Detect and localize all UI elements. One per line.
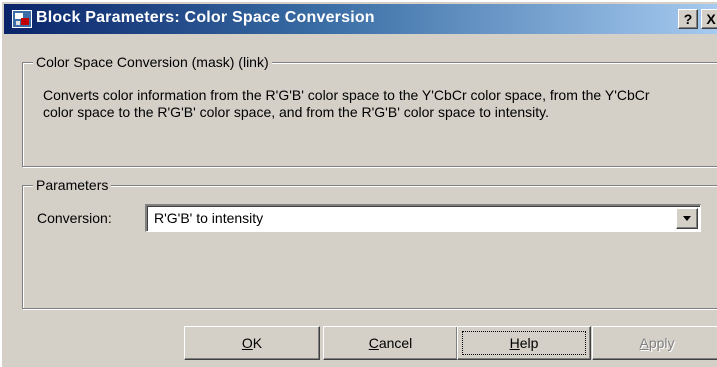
close-button[interactable]: X (701, 9, 717, 29)
window-title: Block Parameters: Color Space Conversion (36, 9, 375, 26)
apply-mnemonic: A (639, 335, 649, 351)
title-bar[interactable]: Block Parameters: Color Space Conversion… (4, 4, 717, 34)
chevron-down-icon[interactable] (676, 208, 698, 229)
ok-label-rest: K (252, 335, 263, 351)
cancel-mnemonic: C (368, 335, 379, 351)
help-button[interactable]: Help (457, 326, 591, 360)
description-text: Converts color information from the R'G'… (43, 87, 650, 120)
focus-rectangle (462, 331, 586, 355)
parameters-legend: Parameters (33, 177, 112, 193)
simulink-block-icon (12, 10, 32, 28)
conversion-label: Conversion: (37, 210, 112, 226)
dialog-window: Block Parameters: Color Space Conversion… (0, 0, 717, 367)
ok-button[interactable]: OK (184, 326, 320, 360)
cancel-label-rest: ancel (378, 335, 413, 351)
conversion-dropdown[interactable]: R'G'B' to intensity (145, 204, 701, 232)
apply-label-rest: pply (648, 335, 675, 351)
parameters-group: Parameters Conversion: R'G'B' to intensi… (22, 177, 717, 309)
ok-mnemonic: O (241, 335, 253, 351)
conversion-selected-value: R'G'B' to intensity (154, 210, 264, 226)
cancel-button[interactable]: Cancel (323, 326, 458, 360)
description-group: Color Space Conversion (mask) (link) Con… (22, 54, 717, 167)
description-legend: Color Space Conversion (mask) (link) (33, 54, 272, 70)
apply-button[interactable]: Apply (592, 326, 717, 360)
context-help-button[interactable]: ? (678, 9, 698, 29)
